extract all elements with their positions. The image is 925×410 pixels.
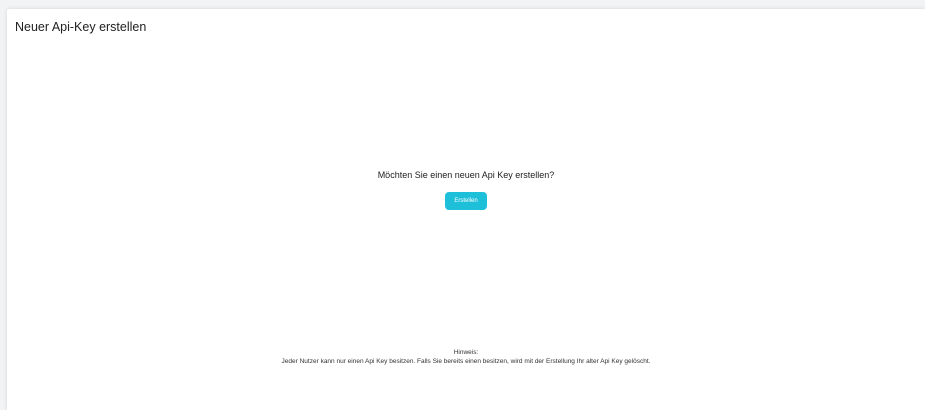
create-button[interactable]: Erstellen <box>445 192 487 210</box>
create-question: Möchten Sie einen neuen Api Key erstelle… <box>377 170 555 180</box>
create-prompt: Möchten Sie einen neuen Api Key erstelle… <box>7 169 925 210</box>
hint-heading: Hinweis: <box>453 349 479 356</box>
api-key-card: Neuer Api-Key erstellen Möchten Sie eine… <box>7 9 925 410</box>
page-title: Neuer Api-Key erstellen <box>15 20 147 34</box>
hint-text: Jeder Nutzer kann nur einen Api Key besi… <box>281 357 651 365</box>
hint-note: Hinweis: Jeder Nutzer kann nur einen Api… <box>7 349 925 366</box>
